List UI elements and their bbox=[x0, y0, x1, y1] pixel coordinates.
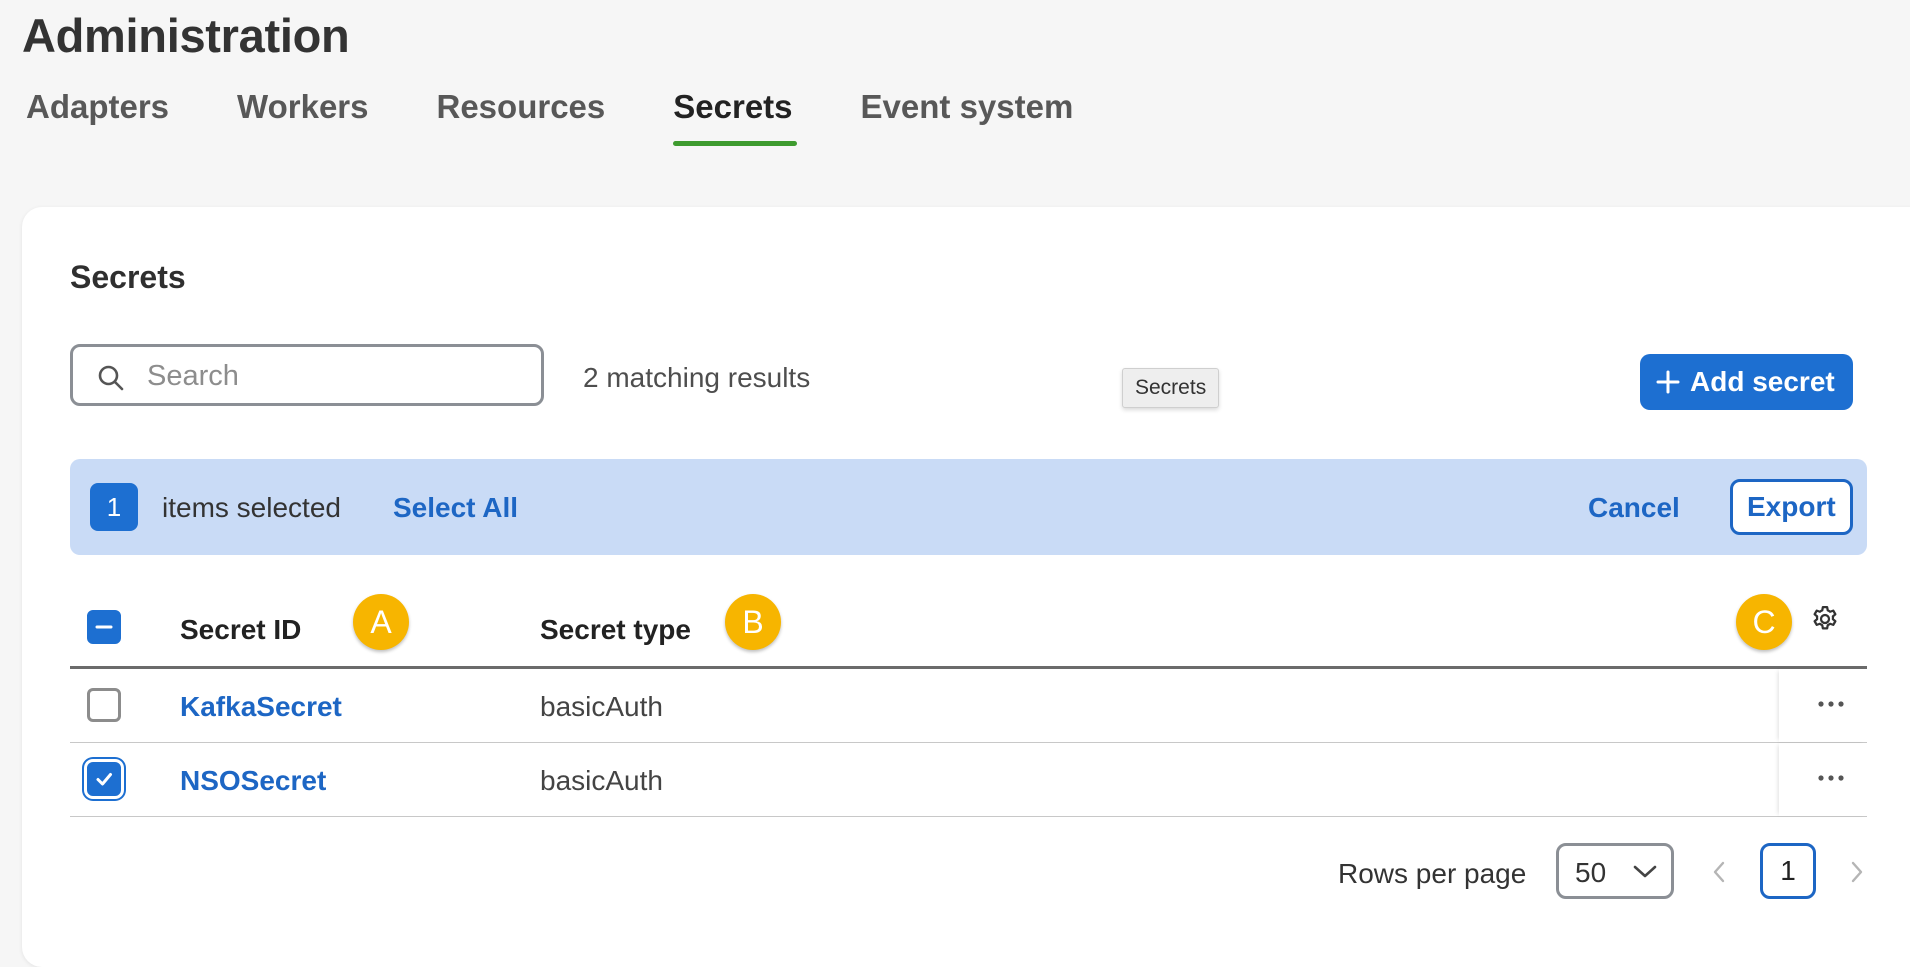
add-secret-button[interactable]: Add secret bbox=[1640, 354, 1853, 410]
tab-adapters[interactable]: Adapters bbox=[26, 88, 169, 146]
chevron-down-icon bbox=[1633, 865, 1657, 884]
page-title: Administration bbox=[22, 9, 350, 62]
secret-type-cell: basicAuth bbox=[540, 691, 663, 722]
chevron-right-icon[interactable] bbox=[1849, 860, 1865, 889]
marker-a: A bbox=[353, 594, 409, 650]
select-all-checkbox[interactable] bbox=[87, 610, 121, 644]
secrets-table: Secret ID A Secret type B C KafkaSecret … bbox=[70, 584, 1867, 817]
page-number-button[interactable]: 1 bbox=[1760, 843, 1816, 899]
table-row: KafkaSecret basicAuth bbox=[70, 669, 1867, 743]
row-checkbox-kafkasecret[interactable] bbox=[87, 688, 121, 722]
minus-icon bbox=[95, 625, 113, 629]
search-input[interactable] bbox=[145, 355, 529, 397]
row-actions-cell bbox=[1779, 743, 1867, 816]
more-options-icon[interactable] bbox=[1817, 769, 1845, 787]
secret-type-cell: basicAuth bbox=[540, 765, 663, 796]
column-header-secret-id[interactable]: Secret ID bbox=[180, 614, 301, 646]
chevron-left-icon[interactable] bbox=[1711, 860, 1727, 889]
selection-bar: 1 items selected Select All Cancel Expor… bbox=[70, 459, 1867, 555]
row-actions-cell bbox=[1779, 669, 1867, 742]
card-title: Secrets bbox=[70, 259, 186, 295]
row-checkbox-nsosecret[interactable] bbox=[87, 762, 121, 796]
selected-count-badge: 1 bbox=[90, 483, 138, 531]
add-secret-label: Add secret bbox=[1690, 366, 1835, 397]
cancel-button[interactable]: Cancel bbox=[1588, 492, 1680, 524]
selected-label: items selected bbox=[162, 492, 341, 523]
pagination: Rows per page 50 1 bbox=[70, 843, 1867, 903]
marker-b: B bbox=[725, 594, 781, 650]
more-options-icon[interactable] bbox=[1817, 695, 1845, 713]
tab-resources[interactable]: Resources bbox=[437, 88, 606, 146]
table-row: NSOSecret basicAuth bbox=[70, 743, 1867, 817]
result-count: 2 matching results bbox=[583, 362, 811, 393]
rows-per-page-label: Rows per page bbox=[1338, 858, 1527, 889]
tab-workers[interactable]: Workers bbox=[237, 88, 368, 146]
table-header: Secret ID A Secret type B C bbox=[70, 584, 1867, 669]
tab-bar: Adapters Workers Resources Secrets Event… bbox=[26, 88, 1141, 146]
secrets-card: Secrets 2 matching results Secrets Add s… bbox=[22, 207, 1910, 967]
rows-per-page-select[interactable]: 50 bbox=[1556, 843, 1674, 899]
select-all-link[interactable]: Select All bbox=[393, 492, 518, 524]
secret-id-link[interactable]: NSOSecret bbox=[180, 765, 326, 797]
tab-secrets[interactable]: Secrets bbox=[673, 88, 797, 146]
export-button[interactable]: Export bbox=[1730, 479, 1853, 535]
checkmark-icon bbox=[96, 773, 112, 786]
search-field[interactable] bbox=[70, 344, 544, 406]
secret-id-link[interactable]: KafkaSecret bbox=[180, 691, 342, 723]
tooltip: Secrets bbox=[1122, 368, 1220, 408]
tab-event-system[interactable]: Event system bbox=[861, 88, 1074, 146]
rows-per-page-value: 50 bbox=[1575, 857, 1607, 888]
gear-icon[interactable] bbox=[1810, 604, 1840, 639]
search-icon bbox=[97, 364, 125, 397]
column-header-secret-type[interactable]: Secret type bbox=[540, 614, 691, 646]
marker-c: C bbox=[1736, 594, 1792, 650]
plus-icon bbox=[1656, 370, 1680, 394]
